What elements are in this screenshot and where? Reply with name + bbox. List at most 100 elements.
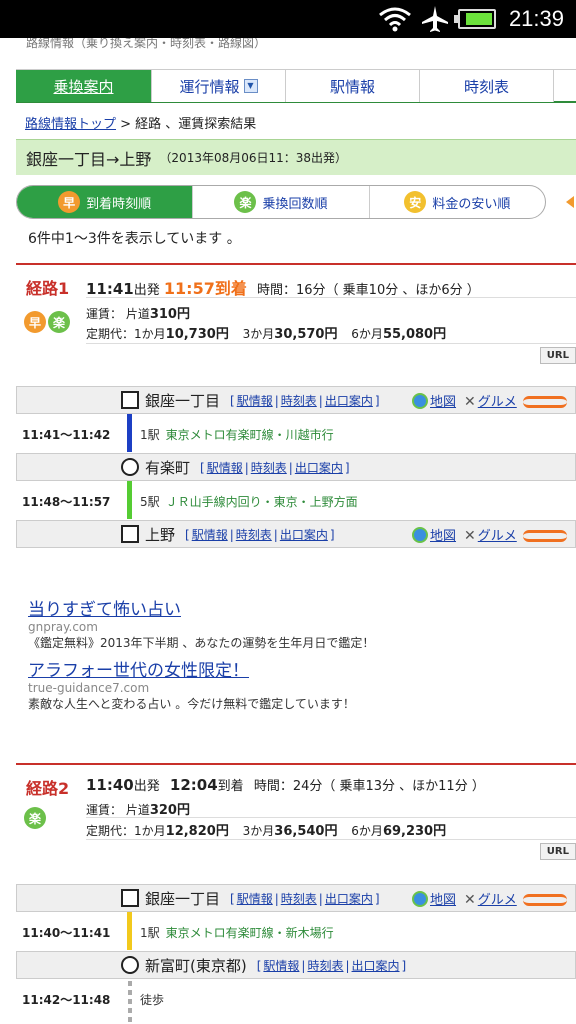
- breadcrumb-home-link[interactable]: 路線情報トップ: [25, 117, 116, 132]
- globe-icon: [412, 891, 428, 907]
- result-count: 6件中1～3件を表示しています 。: [28, 231, 241, 247]
- walk-dashed-bar: [128, 981, 132, 1024]
- route-fare: 運賃： 片道310円: [86, 307, 190, 322]
- tab-transfer[interactable]: 乗換案内: [16, 70, 152, 102]
- timetable-link[interactable]: 時刻表: [251, 461, 287, 475]
- exit-guide-link[interactable]: 出口案内: [325, 892, 373, 906]
- gourmet-link[interactable]: グルメ: [478, 395, 517, 410]
- station-shintomicho: 新富町(東京都) [駅情報 | 時刻表 | 出口案内]: [16, 951, 576, 979]
- fork-knife-icon: ✕: [464, 528, 476, 544]
- station-square-icon: [121, 525, 139, 543]
- route-title: 銀座一丁目→上野: [26, 149, 152, 169]
- ad-title[interactable]: 当りすぎて怖い占い: [28, 595, 374, 620]
- divider: [86, 297, 576, 298]
- ad-description: 素敵な人生へと変わる占い 。今だけ無料で鑑定しています！: [28, 697, 355, 711]
- segment-1: 11:40～11:41 1駅 東京メトロ有楽町線・新木場行: [16, 912, 576, 952]
- station-name: 有楽町: [145, 458, 191, 477]
- clock: 21:39: [508, 6, 564, 31]
- map-link[interactable]: 地図: [430, 893, 456, 908]
- line-color-bar: [127, 481, 132, 519]
- station-info-link[interactable]: 駅情報: [237, 394, 273, 408]
- route-label: 経路2: [26, 779, 70, 798]
- divider: [86, 839, 576, 840]
- tab-service-info[interactable]: 運行情報 ▼: [152, 70, 286, 102]
- status-bar: 21:39: [0, 0, 576, 38]
- station-info-link[interactable]: 駅情報: [237, 892, 273, 906]
- station-yurakucho: 有楽町 [駅情報 | 時刻表 | 出口案内]: [16, 453, 576, 481]
- exit-guide-link[interactable]: 出口案内: [295, 461, 343, 475]
- ad-2[interactable]: アラフォー世代の女性限定！ true-guidance7.com 素敵な人生へと…: [28, 656, 355, 712]
- route-pass-fare: 定期代：1か月10,730円 3か月30,570円 6か月55,080円: [86, 327, 447, 342]
- station-square-icon: [121, 889, 139, 907]
- exit-guide-link[interactable]: 出口案内: [280, 528, 328, 542]
- exit-guide-link[interactable]: 出口案内: [352, 959, 400, 973]
- timetable-link[interactable]: 時刻表: [307, 959, 343, 973]
- route-times: 11:40出発 12:04到着 時間：24分（ 乗車13分 、ほか11分 ）: [86, 776, 485, 794]
- divider: [86, 343, 576, 344]
- sort-arrival-button[interactable]: 早到着時刻順: [17, 186, 194, 218]
- station-ginza-itchome: 銀座一丁目 [駅情報 | 時刻表 | 出口案内] 地図 ✕ グルメ: [16, 884, 576, 912]
- early-badge-icon: 早: [58, 191, 81, 213]
- route-times: 11:41出発 11:57到着 時間：16分（ 乗車10分 、ほか6分 ）: [86, 279, 480, 298]
- cheap-badge-icon: 安: [404, 191, 427, 213]
- ad-url: true-guidance7.com: [28, 681, 150, 695]
- early-badge-icon: 早: [24, 311, 46, 333]
- fork-knife-icon: ✕: [464, 892, 476, 908]
- timetable-link[interactable]: 時刻表: [281, 892, 317, 906]
- route-badges: 早 楽: [24, 311, 72, 333]
- segment-1: 11:41～11:42 1駅 東京メトロ有楽町線・川越市行: [16, 414, 576, 454]
- exit-guide-link[interactable]: 出口案内: [325, 394, 373, 408]
- route-pass-fare: 定期代：1か月12,820円 3か月36,540円 6か月69,230円: [86, 824, 447, 839]
- tab-timetable[interactable]: 時刻表: [420, 70, 554, 102]
- timetable-link[interactable]: 時刻表: [281, 394, 317, 408]
- station-info-link[interactable]: 駅情報: [192, 528, 228, 542]
- line-name: 東京メトロ有楽町線・川越市行: [165, 428, 334, 442]
- ad-url: gnpray.com: [28, 620, 98, 634]
- sort-options: 早到着時刻順 楽乗換回数順 安料金の安い順: [16, 185, 546, 219]
- gourmet-link[interactable]: グルメ: [478, 529, 517, 544]
- easy-badge-icon: 楽: [24, 807, 46, 829]
- breadcrumb: 路線情報トップ > 経路 、運賃探索結果: [25, 117, 257, 132]
- station-ueno: 上野 [駅情報 | 時刻表 | 出口案内] 地図 ✕ グルメ: [16, 520, 576, 548]
- segment-2: 11:48～11:57 5駅 ＪＲ山手線内回り・東京・上野方面: [16, 481, 576, 521]
- partner-logo-icon[interactable]: [522, 894, 567, 906]
- ad-title[interactable]: アラフォー世代の女性限定！: [28, 656, 355, 681]
- globe-icon: [412, 393, 428, 409]
- gourmet-link[interactable]: グルメ: [478, 893, 517, 908]
- station-name: 新富町(東京都): [145, 956, 247, 975]
- tab-station-info[interactable]: 駅情報: [286, 70, 420, 102]
- route-card-2[interactable]: 経路2 11:40出発 12:04到着 時間：24分（ 乗車13分 、ほか11分…: [16, 763, 576, 868]
- url-button[interactable]: URL: [539, 843, 576, 860]
- line-color-bar: [127, 912, 132, 950]
- scroll-arrow-icon[interactable]: [566, 196, 574, 208]
- station-circle-icon: [121, 458, 139, 476]
- url-button[interactable]: URL: [539, 347, 576, 364]
- globe-icon: [412, 527, 428, 543]
- divider: [86, 817, 576, 818]
- station-circle-icon: [121, 956, 139, 974]
- route-departure-date: （2013年08月06日11：38出発）: [159, 151, 348, 165]
- route-label: 経路1: [26, 279, 70, 298]
- partner-logo-icon[interactable]: [522, 396, 567, 408]
- route-header: 銀座一丁目→上野 （2013年08月06日11：38出発）: [16, 139, 576, 175]
- route-badges: 楽: [24, 807, 48, 829]
- station-name: 銀座一丁目: [145, 391, 221, 410]
- sort-transfers-button[interactable]: 楽乗換回数順: [193, 186, 370, 218]
- sort-fare-button[interactable]: 安料金の安い順: [370, 186, 545, 218]
- map-link[interactable]: 地図: [430, 395, 456, 410]
- map-link[interactable]: 地図: [430, 529, 456, 544]
- battery-icon: [454, 9, 496, 29]
- route-card-1[interactable]: 経路1 11:41出発 11:57到着 時間：16分（ 乗車10分 、ほか6分 …: [16, 263, 576, 373]
- page-header-text: 路線情報（乗り換え案内・時刻表・路線図）: [26, 38, 267, 50]
- timetable-link[interactable]: 時刻表: [236, 528, 272, 542]
- partner-logo-icon[interactable]: [522, 530, 567, 542]
- easy-badge-icon: 楽: [234, 191, 257, 213]
- line-name: ＪＲ山手線内回り・東京・上野方面: [165, 495, 358, 509]
- dropdown-icon[interactable]: ▼: [243, 79, 258, 93]
- main-tabs: 乗換案内 運行情報 ▼ 駅情報 時刻表: [16, 69, 576, 103]
- station-name: 銀座一丁目: [145, 889, 221, 908]
- fork-knife-icon: ✕: [464, 394, 476, 410]
- ad-1[interactable]: 当りすぎて怖い占い gnpray.com 《鑑定無料》2013年下半期 、あなた…: [28, 595, 374, 651]
- station-info-link[interactable]: 駅情報: [207, 461, 243, 475]
- station-info-link[interactable]: 駅情報: [263, 959, 299, 973]
